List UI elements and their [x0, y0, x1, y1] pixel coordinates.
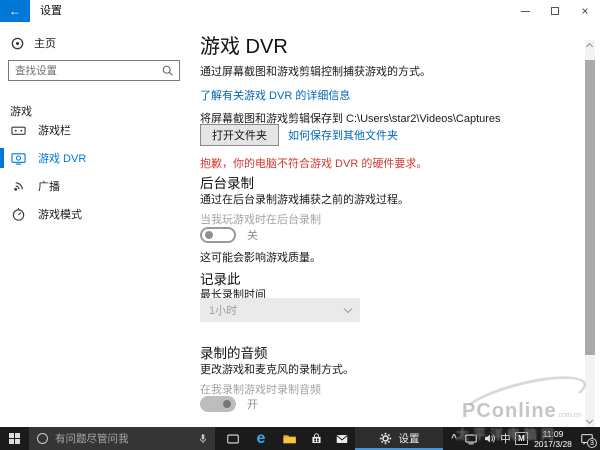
max-time-dropdown-value: 1小时 [209, 302, 345, 318]
scroll-down-icon[interactable] [586, 417, 593, 424]
back-button[interactable]: ← [0, 0, 30, 22]
settings-search-box [8, 60, 180, 81]
ime-language-indicator[interactable]: 中 [498, 427, 513, 450]
toggle-knob [223, 400, 231, 408]
settings-search-input[interactable] [9, 65, 161, 77]
background-recording-toggle[interactable] [200, 227, 236, 243]
task-view-button[interactable] [220, 427, 246, 450]
clock-date: 2017/3/28 [534, 439, 572, 449]
window-controls: × [510, 0, 600, 22]
network-tray-button[interactable] [462, 427, 480, 450]
back-arrow-icon: ← [9, 4, 21, 18]
quality-note: 这可能会影响游戏质量。 [200, 249, 321, 265]
file-explorer-button[interactable] [276, 427, 302, 450]
scroll-up-icon[interactable] [586, 43, 593, 50]
sidebar-item-game-mode[interactable]: 游戏模式 [0, 200, 196, 228]
sidebar-item-broadcast[interactable]: 广播 [0, 172, 196, 200]
sidebar-item-label: 游戏模式 [38, 206, 82, 222]
recorded-audio-toggle-label: 在我录制游戏时录制音频 [200, 381, 321, 397]
microphone-icon[interactable] [197, 433, 209, 445]
home-icon [10, 36, 25, 51]
store-icon [310, 432, 323, 445]
recorded-audio-toggle[interactable] [200, 396, 236, 412]
vertical-scrollbar[interactable] [585, 40, 595, 427]
hardware-warning-text: 抱歉，你的电脑不符合游戏 DVR 的硬件要求。 [200, 155, 427, 171]
close-button[interactable]: × [570, 0, 600, 22]
record-this-heading: 记录此 [200, 268, 241, 288]
minimize-icon [521, 11, 530, 12]
max-time-dropdown[interactable]: 1小时 [200, 298, 360, 322]
maximize-icon [551, 7, 559, 15]
window-title: 设置 [40, 0, 62, 22]
background-recording-toggle-label: 当我玩游戏时在后台录制 [200, 211, 321, 227]
taskbar: e 设置 ^ [0, 427, 600, 450]
game-mode-icon [11, 207, 26, 222]
sidebar-item-game-dvr[interactable]: 游戏 DVR [0, 144, 196, 172]
page-subtitle: 通过屏幕截图和游戏剪辑控制捕获游戏的方式。 [200, 63, 431, 79]
volume-tray-button[interactable] [480, 427, 498, 450]
cortana-search-box[interactable] [29, 427, 215, 450]
minimize-button[interactable] [510, 0, 540, 22]
sidebar-item-label: 广播 [38, 178, 60, 194]
game-bar-icon [11, 123, 26, 138]
selected-accent-bar [0, 148, 4, 168]
ime-mode-indicator[interactable]: M [514, 427, 529, 450]
start-button[interactable] [0, 427, 28, 450]
sidebar-nav: 游戏栏 游戏 DVR 广播 游戏模式 [0, 116, 196, 228]
toggle-state-label: 关 [247, 227, 258, 243]
scrollbar-thumb[interactable] [585, 60, 595, 355]
desktop: { "window": { "title": "设置" }, "icons": … [0, 0, 600, 450]
speaker-icon [483, 432, 496, 445]
ime-mode-badge: M [515, 432, 528, 445]
windows-logo-icon [9, 433, 20, 444]
page-title: 游戏 DVR [200, 30, 288, 59]
game-dvr-icon [11, 151, 26, 166]
file-explorer-icon [282, 431, 297, 446]
clock-time: 11:09 [543, 429, 564, 439]
other-folder-link[interactable]: 如何保存到其他文件夹 [288, 127, 398, 143]
recorded-audio-heading: 录制的音频 [200, 342, 268, 362]
sidebar-item-label: 游戏栏 [38, 122, 71, 138]
gear-icon [379, 432, 392, 445]
taskbar-search-input[interactable] [55, 433, 197, 445]
maximize-button[interactable] [540, 0, 570, 22]
sidebar-item-label: 游戏 DVR [38, 150, 86, 166]
edge-icon: e [257, 430, 266, 448]
background-recording-toggle-row: 关 [200, 227, 258, 243]
toggle-knob [205, 231, 213, 239]
recorded-audio-toggle-row: 开 [200, 396, 258, 412]
ime-language-label: 中 [500, 431, 511, 446]
edge-browser-button[interactable]: e [248, 427, 274, 450]
toggle-state-label: 开 [247, 396, 258, 412]
folder-actions-row: 打开文件夹 如何保存到其他文件夹 [200, 124, 398, 146]
taskbar-clock[interactable]: 11:09 2017/3/28 [530, 427, 576, 450]
tray-show-hidden-icons-button[interactable]: ^ [447, 427, 461, 450]
chevron-down-icon [344, 304, 352, 312]
main-content: 游戏 DVR 通过屏幕截图和游戏剪辑控制捕获游戏的方式。 了解有关游戏 DVR … [200, 22, 585, 427]
recorded-audio-description: 更改游戏和麦克风的录制方式。 [200, 361, 354, 377]
taskbar-settings-label: 设置 [399, 431, 420, 446]
background-recording-description: 通过在后台录制游戏捕获之前的游戏过程。 [200, 191, 409, 207]
mail-button[interactable] [330, 427, 354, 450]
sidebar-item-home[interactable]: 主页 [0, 32, 196, 54]
task-view-icon [226, 432, 240, 446]
network-icon [464, 432, 478, 446]
search-icon [161, 64, 174, 77]
sidebar-item-game-bar[interactable]: 游戏栏 [0, 116, 196, 144]
notification-count-badge: 3 [587, 438, 597, 448]
store-button[interactable] [303, 427, 329, 450]
taskbar-settings-button[interactable]: 设置 [355, 427, 443, 450]
broadcast-icon [11, 179, 26, 194]
cortana-icon [37, 433, 48, 444]
background-recording-heading: 后台录制 [200, 172, 254, 192]
action-center-button[interactable]: 3 [576, 427, 598, 450]
sidebar-home-label: 主页 [34, 35, 56, 51]
title-bar: ← 设置 × [0, 0, 600, 22]
settings-sidebar: 主页 游戏 游戏栏 游戏 DVR 广播 [0, 22, 196, 427]
open-folder-button[interactable]: 打开文件夹 [200, 124, 279, 146]
close-icon: × [581, 4, 588, 18]
mail-icon [335, 432, 349, 446]
chevron-up-icon: ^ [451, 433, 457, 444]
learn-more-link[interactable]: 了解有关游戏 DVR 的详细信息 [200, 87, 350, 103]
